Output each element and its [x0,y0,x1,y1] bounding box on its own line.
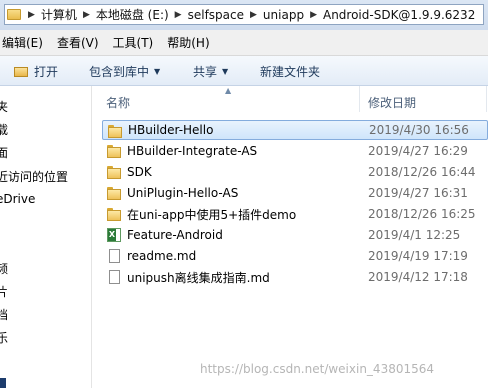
file-name: 在uni-app中使用5+插件demo [127,207,297,222]
folder-icon [107,207,121,221]
open-folder-icon [14,66,29,78]
nav-item-favorites[interactable]: 夹 [0,98,8,115]
breadcrumb-selfspace[interactable]: selfspace [187,8,245,22]
new-folder-label: 新建文件夹 [260,65,321,79]
file-list: ▲ 名称 修改日期 HBuilder-Hello 2019/4/30 16:56… [92,86,488,388]
breadcrumb-computer[interactable]: 计算机 [40,6,78,23]
file-name: Feature-Android [127,228,223,242]
nav-item-downloads[interactable]: 载 [0,121,8,138]
nav-item-documents[interactable]: 档 [0,306,8,323]
menu-bar: 编辑(E) 查看(V) 工具(T) 帮助(H) [0,30,488,56]
nav-item-onedrive[interactable]: eDrive [0,192,35,206]
file-date: 2018/12/26 16:25 [368,207,476,221]
document-icon [109,270,120,284]
nav-item-videos[interactable]: 频 [0,260,8,277]
file-row[interactable]: X Feature-Android 2019/4/1 12:25 [102,225,488,245]
breadcrumb-drive[interactable]: 本地磁盘 (E:) [95,6,170,23]
include-in-library-label: 包含到库中 [89,65,150,79]
watermark: https://blog.csdn.net/weixin_43801564 [200,362,435,376]
file-row[interactable]: UniPlugin-Hello-AS 2019/4/27 16:31 [102,183,488,203]
file-date: 2019/4/27 16:31 [368,186,468,200]
folder-icon [107,165,121,179]
share-button[interactable]: 共享 ▼ [193,63,228,80]
column-header: ▲ 名称 修改日期 [92,86,488,112]
chevron-right-icon[interactable]: ▶ [245,10,262,20]
command-bar: 打开 包含到库中 ▼ 共享 ▼ 新建文件夹 [0,56,488,86]
file-row[interactable]: SDK 2018/12/26 16:44 [102,162,488,182]
address-box[interactable]: ▶ 计算机 ▶ 本地磁盘 (E:) ▶ selfspace ▶ uniapp ▶… [4,4,484,25]
chevron-down-icon: ▼ [154,67,161,76]
column-date-modified[interactable]: 修改日期 [368,94,416,111]
file-name: HBuilder-Hello [128,123,214,137]
folder-icon [107,186,121,200]
file-row[interactable]: unipush离线集成指南.md 2019/4/12 17:18 [102,267,488,287]
folder-icon [107,144,121,158]
file-name: HBuilder-Integrate-AS [127,144,258,158]
excel-icon: X [107,228,121,242]
menu-edit[interactable]: 编辑(E) [0,34,50,51]
file-date: 2018/12/26 16:44 [368,165,476,179]
menu-tools[interactable]: 工具(T) [106,34,161,51]
file-date: 2019/4/30 16:56 [369,123,469,137]
open-button-label: 打开 [34,65,59,79]
nav-item-recent-places[interactable]: 近访问的位置 [0,168,68,185]
file-name: SDK [127,165,152,179]
file-name: UniPlugin-Hello-AS [127,186,239,200]
file-row[interactable]: 在uni-app中使用5+插件demo 2018/12/26 16:25 [102,204,488,224]
file-row[interactable]: readme.md 2019/4/19 17:19 [102,246,488,266]
file-name: unipush离线集成指南.md [127,270,270,285]
breadcrumb-uniapp[interactable]: uniapp [262,8,305,22]
file-name: readme.md [127,249,197,263]
share-label: 共享 [193,65,218,79]
include-in-library-button[interactable]: 包含到库中 ▼ [89,63,160,80]
chevron-right-icon[interactable]: ▶ [78,10,95,20]
folder-icon [108,124,122,138]
chevron-right-icon[interactable]: ▶ [170,10,187,20]
file-date: 2019/4/1 12:25 [368,228,461,242]
status-strip [0,378,6,388]
folder-icon [7,9,21,20]
navigation-pane: 夹 载 面 近访问的位置 eDrive 频 片 档 乐 [0,86,92,388]
menu-help[interactable]: 帮助(H) [160,34,216,51]
open-button[interactable]: 打开 [14,63,58,80]
sort-ascending-icon: ▲ [225,86,232,95]
new-folder-button[interactable]: 新建文件夹 [260,63,320,80]
nav-item-music[interactable]: 乐 [0,329,8,346]
file-date: 2019/4/27 16:29 [368,144,468,158]
file-row[interactable]: HBuilder-Hello 2019/4/30 16:56 [102,120,488,140]
column-divider[interactable] [359,86,360,112]
nav-item-desktop[interactable]: 面 [0,144,8,161]
column-divider[interactable] [486,86,487,112]
document-icon [109,249,120,263]
menu-view[interactable]: 查看(V) [50,34,106,51]
chevron-down-icon: ▼ [222,67,229,76]
file-row[interactable]: HBuilder-Integrate-AS 2019/4/27 16:29 [102,141,488,161]
address-bar: ▶ 计算机 ▶ 本地磁盘 (E:) ▶ selfspace ▶ uniapp ▶… [0,0,488,30]
column-name[interactable]: 名称 [106,94,130,111]
chevron-right-icon[interactable]: ▶ [305,10,322,20]
chevron-right-icon[interactable]: ▶ [23,10,40,20]
nav-item-pictures[interactable]: 片 [0,283,8,300]
file-date: 2019/4/12 17:18 [368,270,468,284]
file-date: 2019/4/19 17:19 [368,249,468,263]
breadcrumb-android-sdk[interactable]: Android-SDK@1.9.9.6232 [322,8,476,22]
